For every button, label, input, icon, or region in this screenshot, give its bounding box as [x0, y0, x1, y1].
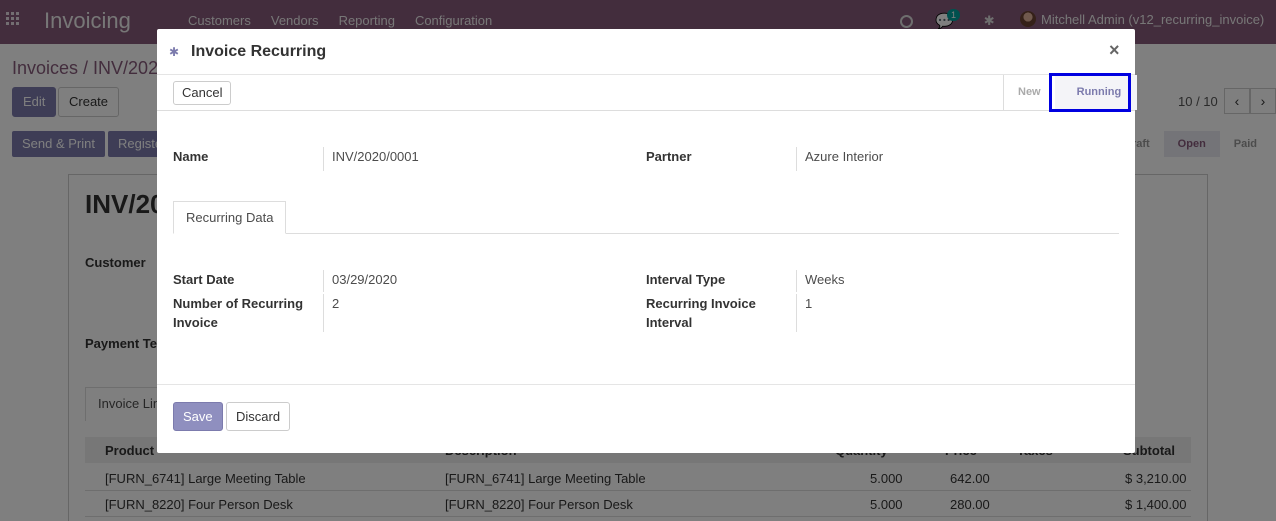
tab-strip: [173, 233, 1119, 234]
num-recurring-label: Number of Recurring Invoice: [173, 294, 303, 332]
save-button[interactable]: Save: [173, 402, 223, 431]
num-recurring-field[interactable]: 2: [323, 294, 623, 332]
interval-type-label: Interval Type: [646, 272, 726, 287]
interval-type-field[interactable]: Weeks: [796, 270, 1096, 292]
modal-toolbar: Cancel New Running: [157, 75, 1138, 111]
num-recurring-label-line2: Invoice: [173, 315, 218, 330]
start-date-field[interactable]: 03/29/2020: [323, 270, 623, 292]
status-new[interactable]: New: [1004, 75, 1055, 110]
partner-field[interactable]: Azure Interior: [796, 147, 1096, 171]
tab-recurring-data[interactable]: Recurring Data: [173, 201, 287, 234]
num-recurring-label-line1: Number of Recurring: [173, 296, 304, 311]
modal-title: Invoice Recurring: [191, 43, 327, 60]
recurring-interval-field[interactable]: 1: [796, 294, 1096, 332]
name-label: Name: [173, 149, 209, 164]
cancel-button[interactable]: Cancel: [173, 81, 232, 105]
recurring-interval-label-line2: Interval: [646, 315, 693, 330]
partner-label: Partner: [646, 149, 692, 164]
modal-header: ✱ Invoice Recurring ×: [157, 29, 1135, 75]
discard-button[interactable]: Discard: [226, 402, 291, 431]
recurring-interval-label-line1: Recurring Invoice: [646, 296, 756, 311]
modal-footer: Save Discard: [157, 384, 1135, 453]
running-status-highlight: [1049, 73, 1131, 112]
recurring-interval-label: Recurring Invoice Interval: [646, 294, 756, 332]
name-field[interactable]: INV/2020/0001: [323, 147, 623, 171]
invoice-recurring-dialog: ✱ Invoice Recurring × Cancel New Running…: [157, 29, 1138, 453]
close-icon[interactable]: ×: [1109, 40, 1120, 61]
debug-bug-icon[interactable]: ✱: [169, 45, 179, 59]
start-date-label: Start Date: [173, 272, 235, 287]
